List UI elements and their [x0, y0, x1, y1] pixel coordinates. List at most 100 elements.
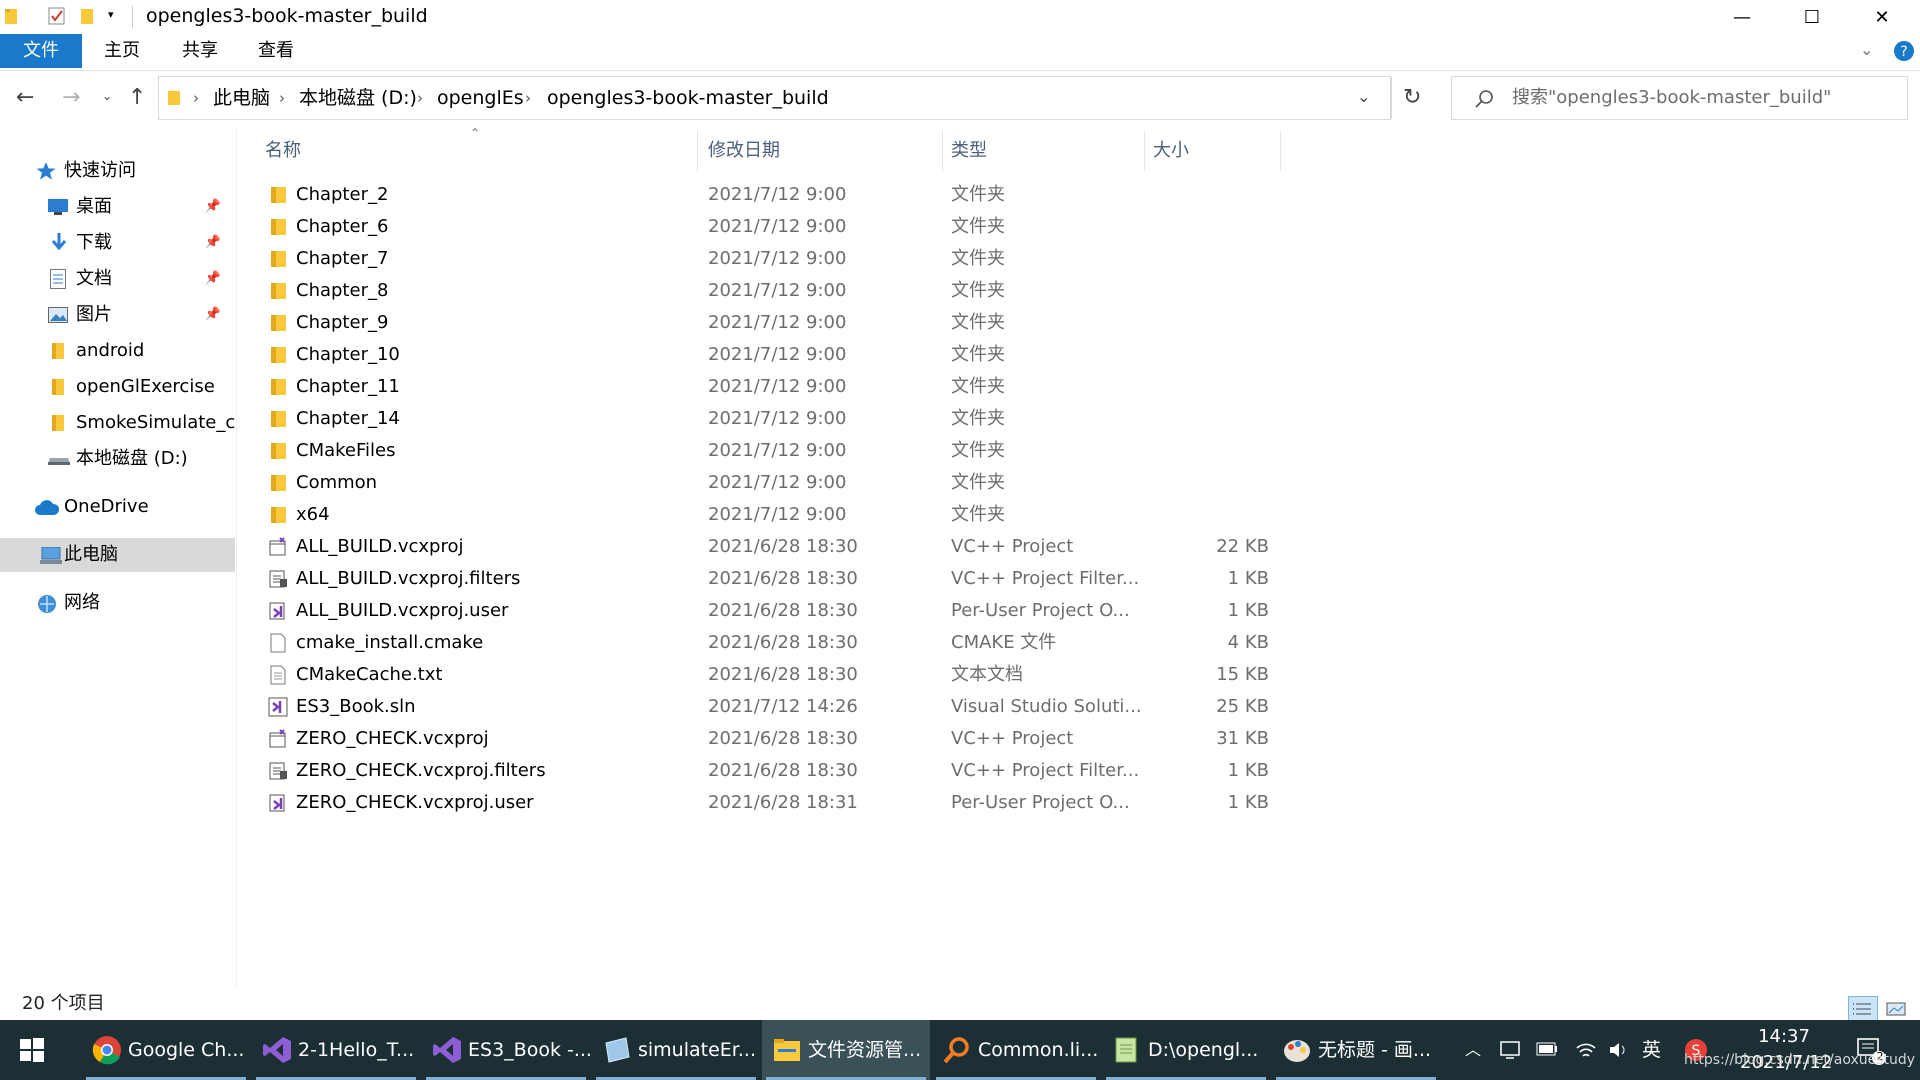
chevron-down-icon[interactable]: ⌄ — [1357, 87, 1370, 106]
tab-file[interactable]: 文件 — [0, 34, 82, 68]
forward-arrow-icon[interactable]: → — [62, 85, 80, 110]
clock[interactable]: 14:37 2021/7/12 — [1740, 1024, 1832, 1076]
sidebar-item-downloads[interactable]: 下载 📌 — [0, 226, 235, 260]
tab-home[interactable]: 主页 — [92, 34, 152, 68]
display-icon[interactable] — [1500, 1040, 1520, 1060]
properties-icon[interactable] — [48, 7, 66, 25]
address-bar[interactable]: › 此电脑 › 本地磁盘 (D:) › openglEs › opengles3… — [158, 76, 1392, 120]
sidebar-item-desktop[interactable]: 桌面 📌 — [0, 190, 235, 224]
column-divider[interactable] — [1280, 131, 1281, 171]
sidebar-item-pictures[interactable]: 图片 📌 — [0, 298, 235, 332]
file-row[interactable]: ES3_Book.sln 2021/7/12 14:26 Visual Studio… — [262, 691, 1282, 723]
sidebar-item-label: OneDrive — [64, 496, 149, 517]
tab-view[interactable]: 查看 — [246, 34, 306, 68]
file-row[interactable]: Common 2021/7/12 9:00 文件夹 — [262, 467, 1282, 499]
file-row[interactable]: cmake_install.cmake 2021/6/28 18:30 CMAKE … — [262, 627, 1282, 659]
vcxproj-file-icon — [268, 537, 288, 557]
file-row[interactable]: Chapter_2 2021/7/12 9:00 文件夹 — [262, 179, 1282, 211]
file-row[interactable]: ZERO_CHECK.vcxproj 2021/6/28 18:30 VC++ Pr… — [262, 723, 1282, 755]
file-name: ALL_BUILD.vcxproj.filters — [296, 568, 521, 589]
file-row[interactable]: Chapter_9 2021/7/12 9:00 文件夹 — [262, 307, 1282, 339]
file-row[interactable]: ALL_BUILD.vcxproj.user 2021/6/28 18:30 Per… — [262, 595, 1282, 627]
quick-access-dropdown-icon[interactable]: ▾ — [108, 8, 114, 21]
wifi-icon[interactable] — [1575, 1040, 1597, 1060]
maximize-button[interactable]: ☐ — [1784, 0, 1840, 34]
file-name: ZERO_CHECK.vcxproj.filters — [296, 760, 546, 781]
search-input[interactable]: 搜索"opengles3-book-master_build" — [1451, 76, 1908, 120]
file-row[interactable]: Chapter_14 2021/7/12 9:00 文件夹 — [262, 403, 1282, 435]
file-row[interactable]: Chapter_10 2021/7/12 9:00 文件夹 — [262, 339, 1282, 371]
file-date: 2021/6/28 18:30 — [708, 760, 858, 781]
taskbar-item[interactable]: ES3_Book -... — [422, 1020, 592, 1080]
windows-start-icon[interactable] — [20, 1038, 44, 1062]
column-divider[interactable] — [697, 131, 698, 171]
taskbar-item[interactable]: 2-1Hello_T... — [252, 1020, 420, 1080]
new-folder-icon[interactable] — [80, 7, 96, 25]
file-date: 2021/6/28 18:30 — [708, 536, 858, 557]
file-date: 2021/7/12 14:26 — [708, 696, 858, 717]
sidebar-item-onedrive[interactable]: OneDrive — [0, 490, 235, 524]
tab-share[interactable]: 共享 — [170, 34, 230, 68]
breadcrumb-this-pc[interactable]: 此电脑 — [213, 77, 270, 119]
chevron-right-icon[interactable]: › — [417, 77, 423, 119]
chevron-right-icon[interactable]: › — [193, 77, 199, 119]
sidebar-item-smoke-simulate[interactable]: SmokeSimulate_cc — [0, 406, 235, 440]
minimize-button[interactable]: — — [1714, 0, 1770, 34]
taskbar-item[interactable]: simulateEr... — [592, 1020, 760, 1080]
file-row[interactable]: Chapter_8 2021/7/12 9:00 文件夹 — [262, 275, 1282, 307]
sidebar-item-android[interactable]: android — [0, 334, 235, 368]
file-row[interactable]: ZERO_CHECK.vcxproj.filters 2021/6/28 18:3… — [262, 755, 1282, 787]
back-arrow-icon[interactable]: ← — [16, 85, 34, 110]
recent-locations-icon[interactable]: ⌄ — [102, 89, 112, 103]
column-divider[interactable] — [1144, 131, 1145, 171]
refresh-icon[interactable]: ↻ — [1403, 85, 1421, 110]
show-hidden-icons-icon[interactable]: ︿ — [1465, 1020, 1481, 1080]
close-button[interactable]: ✕ — [1854, 0, 1910, 34]
breadcrumb-opengles[interactable]: openglEs — [437, 77, 524, 119]
taskbar-item-label: Google Ch... — [128, 1039, 245, 1061]
breadcrumb-current-folder[interactable]: opengles3-book-master_build — [547, 77, 829, 119]
taskbar-item[interactable]: Google Ch... — [82, 1020, 250, 1080]
taskbar-item[interactable]: Common.li... — [932, 1020, 1100, 1080]
expand-ribbon-icon[interactable]: ⌄ — [1860, 40, 1873, 59]
file-row[interactable]: Chapter_7 2021/7/12 9:00 文件夹 — [262, 243, 1282, 275]
chevron-right-icon[interactable]: › — [279, 77, 285, 119]
chevron-right-icon[interactable]: › — [525, 77, 531, 119]
column-header-name[interactable]: 名称 — [265, 131, 690, 171]
column-header-date[interactable]: 修改日期 — [708, 131, 938, 171]
sidebar-item-local-disk[interactable]: 本地磁盘 (D:) — [0, 442, 235, 476]
taskbar-item[interactable]: D:\opengl... — [1102, 1020, 1270, 1080]
pane-divider[interactable] — [236, 128, 237, 988]
file-row[interactable]: CMakeFiles 2021/7/12 9:00 文件夹 — [262, 435, 1282, 467]
up-arrow-icon[interactable]: ↑ — [128, 85, 146, 110]
battery-icon[interactable] — [1536, 1042, 1558, 1056]
file-row[interactable]: ALL_BUILD.vcxproj 2021/6/28 18:30 VC++ Pro… — [262, 531, 1282, 563]
file-row[interactable]: CMakeCache.txt 2021/6/28 18:30 文本文档 15 KB — [262, 659, 1282, 691]
file-type: VC++ Project — [951, 536, 1074, 557]
download-icon — [50, 233, 68, 253]
file-row[interactable]: Chapter_6 2021/7/12 9:00 文件夹 — [262, 211, 1282, 243]
sidebar-item-opengl-exercise[interactable]: openGlExercise — [0, 370, 235, 404]
column-divider[interactable] — [942, 131, 943, 171]
column-header-type[interactable]: 类型 — [951, 131, 1141, 171]
file-name: Chapter_6 — [296, 216, 389, 237]
file-row[interactable]: Chapter_11 2021/7/12 9:00 文件夹 — [262, 371, 1282, 403]
vcxproj-file-icon — [268, 729, 288, 749]
sidebar-item-network[interactable]: 网络 — [0, 586, 235, 620]
sidebar-item-this-pc[interactable]: 此电脑 — [0, 538, 235, 572]
file-type: 文件夹 — [951, 376, 1005, 397]
volume-icon[interactable] — [1608, 1040, 1630, 1060]
taskbar-item[interactable]: 无标题 - 画... — [1272, 1020, 1440, 1080]
input-method-indicator[interactable]: 英 — [1642, 1020, 1661, 1080]
file-row[interactable]: ALL_BUILD.vcxproj.filters 2021/6/28 18:30… — [262, 563, 1282, 595]
sidebar-item-quick-access[interactable]: 快速访问 — [0, 154, 235, 188]
help-icon[interactable]: ? — [1893, 40, 1915, 62]
sidebar-item-label: 此电脑 — [64, 544, 118, 565]
sidebar-item-documents[interactable]: 文档 📌 — [0, 262, 235, 296]
file-type: 文件夹 — [951, 312, 1005, 333]
file-row[interactable]: x64 2021/7/12 9:00 文件夹 — [262, 499, 1282, 531]
column-header-size[interactable]: 大小 — [1153, 131, 1273, 171]
breadcrumb-local-disk[interactable]: 本地磁盘 (D:) — [299, 77, 417, 119]
file-row[interactable]: ZERO_CHECK.vcxproj.user 2021/6/28 18:31 Pe… — [262, 787, 1282, 819]
taskbar-item[interactable]: 文件资源管... — [762, 1020, 930, 1080]
